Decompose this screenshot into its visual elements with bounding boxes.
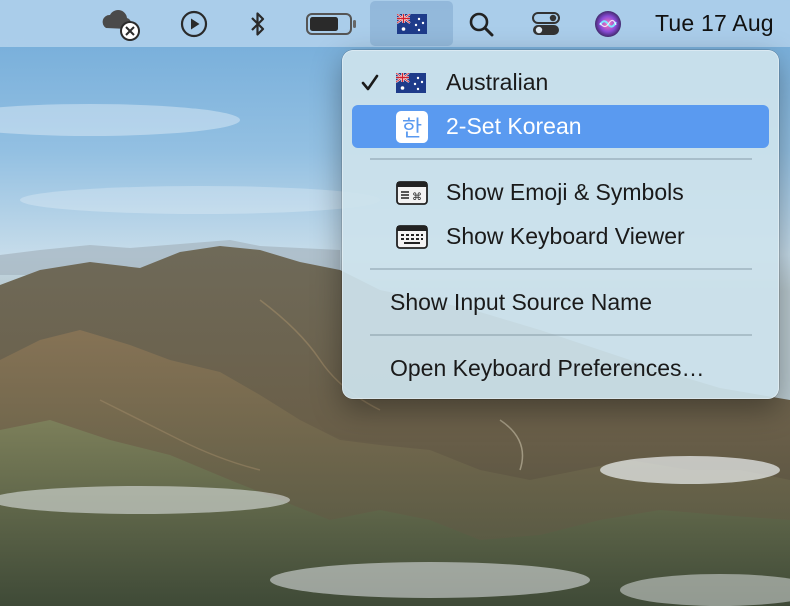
- control-center-icon[interactable]: [530, 0, 562, 47]
- keyboard-viewer-icon: [396, 224, 428, 249]
- input-source-menu: Australian 한 2-Set Korean ⌘ Show Emoji &…: [342, 50, 779, 399]
- menu-item-open-keyboard-preferences[interactable]: Open Keyboard Preferences…: [352, 347, 769, 390]
- menu-item-label: Australian: [446, 69, 549, 95]
- menu-bar-clock[interactable]: Tue 17 Aug: [655, 0, 774, 47]
- icloud-disconnected-icon[interactable]: [98, 0, 144, 47]
- australia-flag-icon: [396, 13, 427, 34]
- battery-icon[interactable]: [304, 0, 358, 47]
- emoji-symbols-icon: ⌘: [396, 180, 428, 205]
- australia-flag-icon: [396, 72, 426, 93]
- menu-separator: [370, 334, 752, 336]
- svg-text:⌘: ⌘: [412, 192, 422, 203]
- hangul-icon: 한: [396, 110, 428, 143]
- menu-item-2-set-korean[interactable]: 한 2-Set Korean: [352, 105, 769, 148]
- siri-icon[interactable]: [592, 0, 624, 47]
- menu-bar: Tue 17 Aug: [0, 0, 790, 47]
- menu-item-label: 2-Set Korean: [446, 113, 582, 139]
- menu-item-label: Open Keyboard Preferences…: [390, 355, 705, 381]
- menu-separator: [370, 268, 752, 270]
- checkmark-icon: [360, 73, 380, 93]
- desktop: Tue 17 Aug Australian 한 2-Set Korean ⌘ S…: [0, 0, 790, 606]
- menu-item-show-keyboard-viewer[interactable]: Show Keyboard Viewer: [352, 215, 769, 258]
- menu-item-australian[interactable]: Australian: [352, 61, 769, 104]
- menu-separator: [370, 158, 752, 160]
- menu-item-label: Show Keyboard Viewer: [446, 223, 685, 249]
- search-icon[interactable]: [466, 0, 496, 47]
- menu-item-label: Show Emoji & Symbols: [446, 179, 684, 205]
- play-icon[interactable]: [178, 0, 210, 47]
- menu-item-label: Show Input Source Name: [390, 289, 653, 315]
- input-source-menu-button[interactable]: [370, 1, 453, 46]
- menu-item-show-input-source-name[interactable]: Show Input Source Name: [352, 281, 769, 324]
- menu-item-show-emoji-symbols[interactable]: ⌘ Show Emoji & Symbols: [352, 171, 769, 214]
- bluetooth-icon[interactable]: [244, 0, 272, 47]
